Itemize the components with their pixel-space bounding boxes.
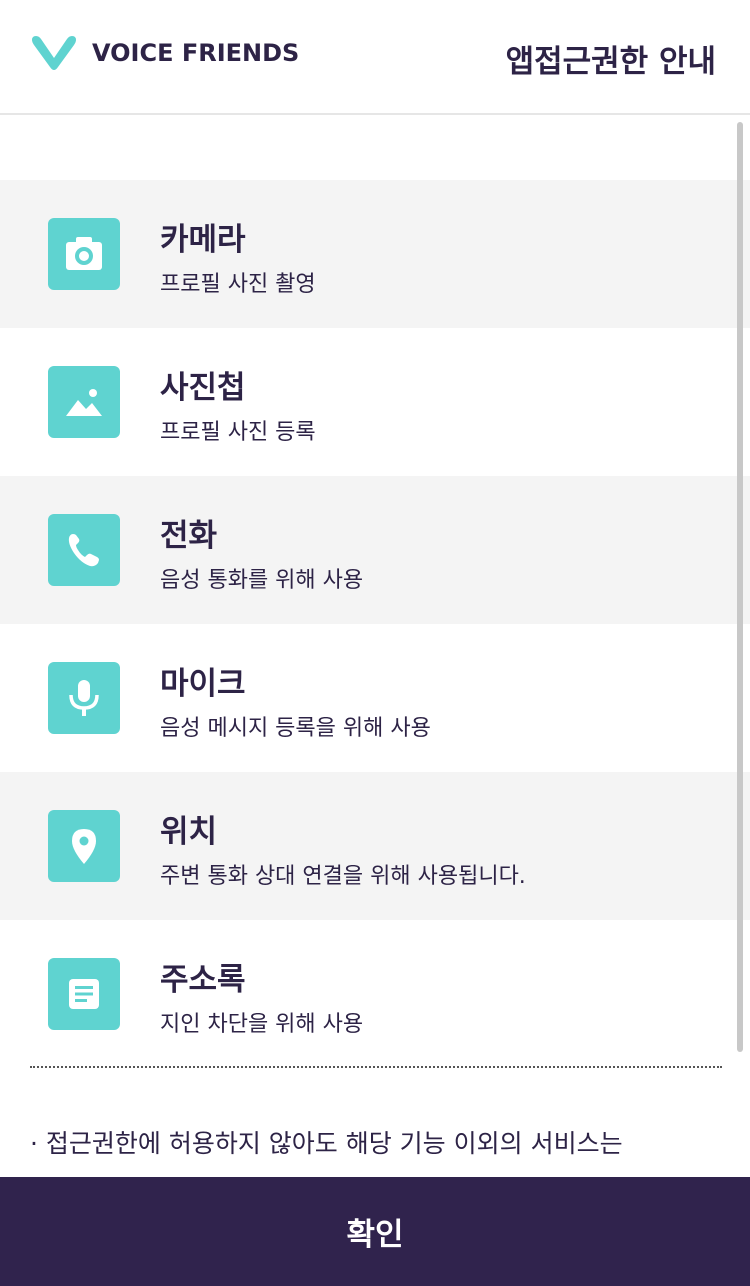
page-title: 앱접근권한 안내 [505,44,716,80]
permission-title: 사진첩 [160,370,246,406]
phone-icon [48,514,120,586]
dotted-divider [30,1066,722,1068]
permission-item-microphone: 마이크 음성 메시지 등록을 위해 사용 [0,624,750,772]
brand-name: VOICE FRIENDS [92,39,300,67]
notice-text: · 접근권한에 허용하지 않아도 해당 기능 이외의 서비스는 [30,1129,623,1158]
app-header: VOICE FRIENDS 앱접근권한 안내 [0,0,750,115]
brand-logo: VOICE FRIENDS [30,34,299,72]
permission-item-location: 위치 주변 통화 상대 연결을 위해 사용됩니다. [0,772,750,920]
permission-desc: 지인 차단을 위해 사용 [160,1012,364,1037]
permission-desc: 음성 통화를 위해 사용 [160,568,364,593]
permission-item-phone: 전화 음성 통화를 위해 사용 [0,476,750,624]
permission-item-camera: 카메라 프로필 사진 촬영 [0,180,750,328]
image-icon [48,366,120,438]
confirm-button[interactable]: 확인 [0,1177,750,1286]
permission-desc: 프로필 사진 촬영 [160,272,316,297]
location-pin-icon [48,810,120,882]
permission-title: 위치 [160,814,218,850]
permission-item-gallery: 사진첩 프로필 사진 등록 [0,328,750,476]
permission-title: 전화 [160,518,218,554]
scrollbar[interactable] [737,122,743,1052]
permission-title: 카메라 [160,222,246,258]
camera-icon [48,218,120,290]
contacts-icon [48,958,120,1030]
v-logo-icon [32,36,76,70]
permission-desc: 주변 통화 상대 연결을 위해 사용됩니다. [160,864,526,889]
permission-title: 마이크 [160,666,246,702]
permission-list: 카메라 프로필 사진 촬영 사진첩 프로필 사진 등록 전화 음성 통화를 위해… [0,180,750,1068]
permission-title: 주소록 [160,962,246,998]
permission-desc: 프로필 사진 등록 [160,420,316,445]
permission-desc: 음성 메시지 등록을 위해 사용 [160,716,431,741]
microphone-icon [48,662,120,734]
permission-item-contacts: 주소록 지인 차단을 위해 사용 [0,920,750,1068]
